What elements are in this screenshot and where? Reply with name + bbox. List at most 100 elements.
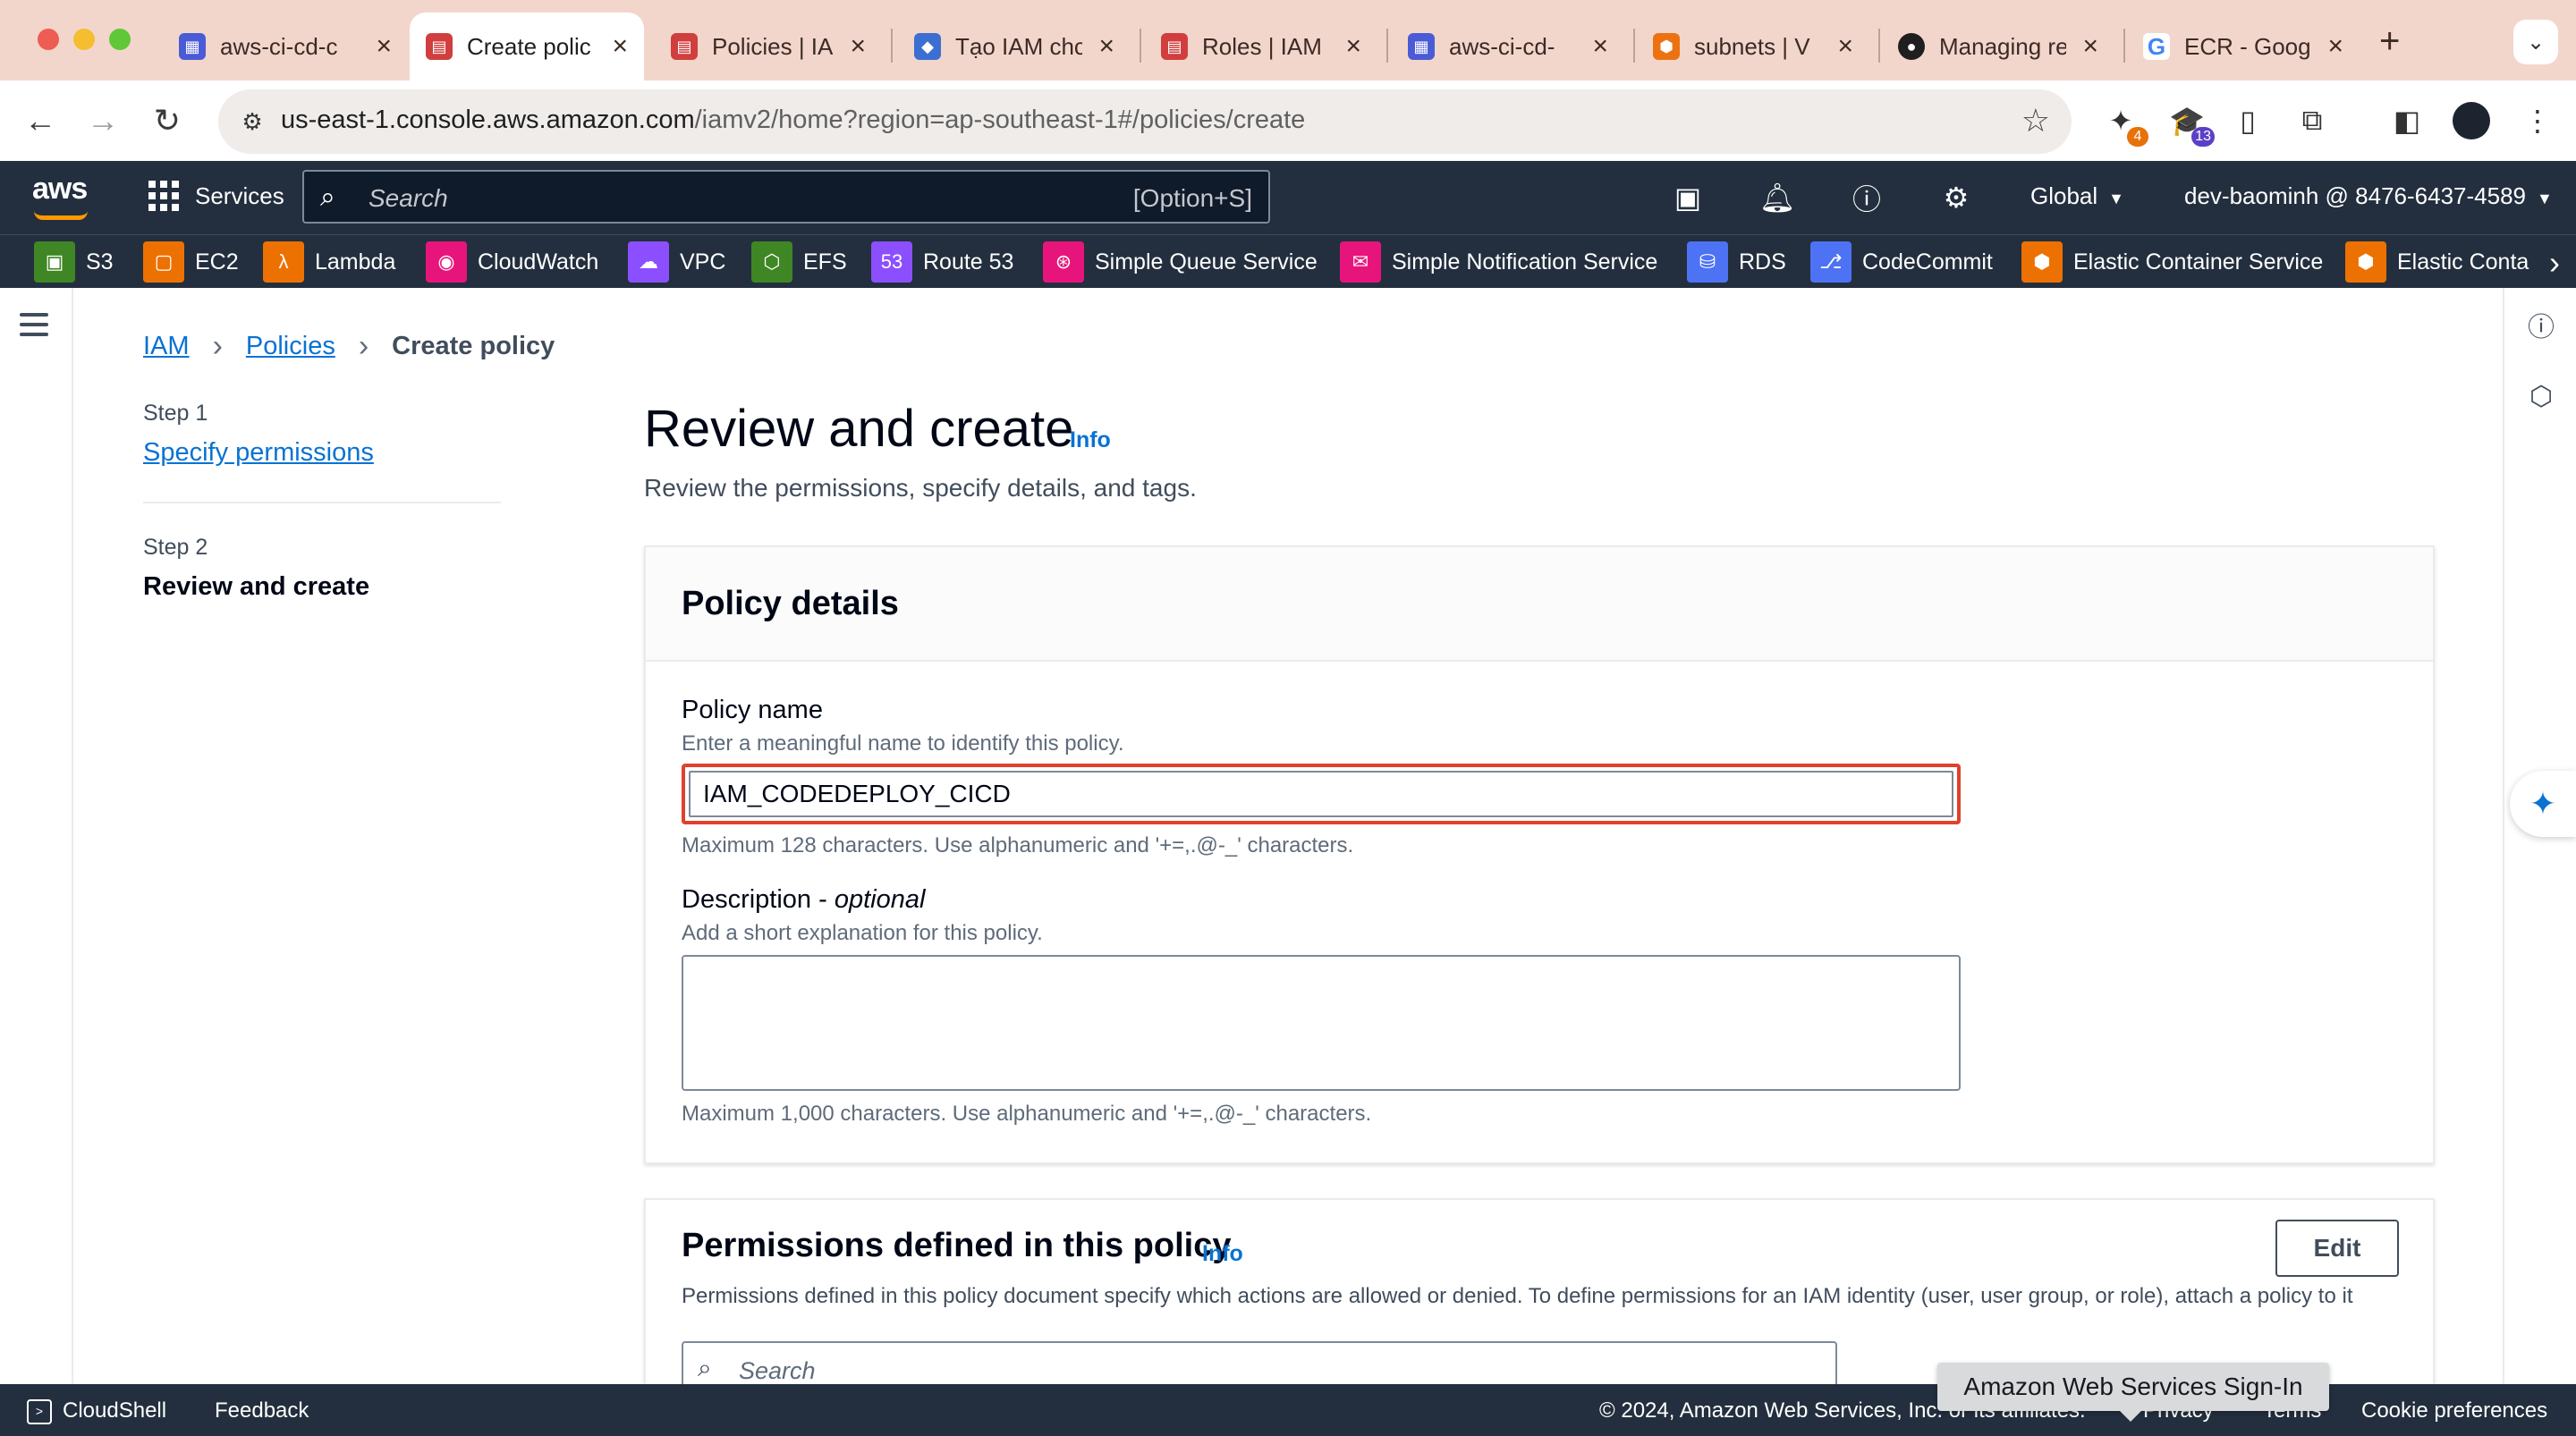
close-tab-icon[interactable]: × [2318,31,2343,62]
clipboard-icon[interactable]: ▯ [2225,98,2270,143]
feedback-link[interactable]: Feedback [215,1398,309,1423]
browser-tab[interactable]: ▦ aws-ci-cd-c × [163,13,408,80]
browser-menu-icon[interactable]: ⋮ [2515,98,2560,143]
maximize-window-button[interactable] [109,29,131,50]
favorite-efs[interactable]: ⬡ EFS [751,241,847,283]
browser-tab-active[interactable]: ▤ Create polic × [410,13,644,80]
site-settings-icon[interactable]: ⚙ [233,102,272,141]
services-menu-button[interactable]: Services [148,181,284,211]
cloudwatch-icon: ◉ [426,241,467,283]
favorite-sns[interactable]: ✉ Simple Notification Service [1340,241,1657,283]
description-textarea[interactable] [682,955,1961,1091]
favorite-lambda[interactable]: λ Lambda [263,241,395,283]
close-tab-icon[interactable]: × [603,31,628,62]
forward-arrow-icon[interactable]: → [80,98,125,143]
favorite-label: Elastic Container Service [2073,249,2324,275]
browser-tab[interactable]: ⬢ subnets | V × [1637,13,1869,80]
favorite-cloudwatch[interactable]: ◉ CloudWatch [426,241,598,283]
extension-badge: 4 [2127,127,2148,147]
policy-details-card: Policy details Policy name Enter a meani… [644,545,2435,1164]
browser-tab[interactable]: ● Managing re × [1882,13,2114,80]
policy-name-input[interactable] [689,771,1953,817]
favorite-ecr[interactable]: ⬢ Elastic Conta [2345,241,2529,283]
close-tab-icon[interactable]: × [1336,31,1361,62]
mortarboard-icon[interactable]: 🎓 13 [2165,98,2215,147]
browser-tab[interactable]: ▦ aws-ci-cd- × [1392,13,1624,80]
close-window-button[interactable] [38,29,59,50]
browser-tab[interactable]: ▤ Policies | IA × [655,13,882,80]
aws-logo[interactable]: aws [32,172,88,220]
policy-name-highlight [682,764,1961,824]
address-bar[interactable]: ⚙ us-east-1.console.aws.amazon.com/iamv2… [218,89,2072,154]
shield-icon: ◆ [914,33,941,60]
favorite-sqs[interactable]: ⊛ Simple Queue Service [1043,241,1318,283]
close-tab-icon[interactable]: × [2073,31,2098,62]
cookie-preferences-link[interactable]: Cookie preferences [2361,1398,2547,1423]
browser-tab[interactable]: ◆ Tạo IAM chc × [898,13,1131,80]
cloudshell-button[interactable]: > CloudShell [27,1398,166,1424]
close-tab-icon[interactable]: × [367,31,392,62]
extension-icon[interactable]: ✦ 4 [2098,98,2148,147]
back-arrow-icon[interactable]: ← [18,98,63,143]
tab-search-chevron-icon[interactable]: ⌄ [2513,20,2558,64]
github-icon: ● [1898,33,1925,60]
aws-global-nav: aws Services ⌕ Search [Option+S] ▣ 🔔︎ ⓘ … [0,161,2576,234]
minimize-window-button[interactable] [73,29,95,50]
bookmark-star-icon[interactable]: ☆ [2021,102,2050,139]
tab-title: ECR - Goog [2184,32,2311,60]
info-link[interactable]: Info [1070,427,1111,453]
puzzle-icon[interactable]: ⧉ [2290,98,2334,143]
cloudshell-label: CloudShell [63,1398,167,1423]
security-icon[interactable]: ⬡ [2522,377,2560,415]
favorite-ecs[interactable]: ⬢ Elastic Container Service [2021,241,2323,283]
breadcrumb-current: Create policy [392,332,555,360]
search-placeholder: Search [369,184,448,212]
breadcrumb-policies-link[interactable]: Policies [246,332,335,361]
codecommit-icon: ⎇ [1810,241,1852,283]
close-tab-icon[interactable]: × [841,31,866,62]
breadcrumb-iam-link[interactable]: IAM [143,332,190,361]
step2-current: Review and create [143,572,370,601]
extension-badge: 13 [2191,127,2215,147]
help-icon[interactable]: ⓘ [1846,177,1887,218]
profile-avatar[interactable] [2449,98,2494,143]
favorite-label: Lambda [315,249,396,275]
step1-link[interactable]: Specify permissions [143,438,374,468]
step2-label: Step 2 [143,535,208,560]
left-nav-panel [0,288,73,1384]
sidepanel-icon[interactable]: ◧ [2385,98,2429,143]
info-icon[interactable]: ⓘ [2522,306,2560,343]
favorite-rds[interactable]: ⛁ RDS [1687,241,1786,283]
favorite-route53[interactable]: 53 Route 53 [871,241,1013,283]
gear-icon[interactable]: ⚙ [1936,177,1977,218]
browser-tab[interactable]: ▤ Roles | IAM × [1145,13,1377,80]
menu-icon[interactable] [20,313,48,342]
browser-tab[interactable]: G ECR - Goog × [2127,13,2360,80]
region-selector[interactable]: Global ▼ [2030,182,2124,210]
favorite-label: Simple Queue Service [1095,249,1318,275]
cloudshell-icon[interactable]: ▣ [1667,177,1708,218]
info-link[interactable]: Info [1202,1241,1243,1267]
tab-title: aws-ci-cd- [1449,32,1555,60]
url-text[interactable]: us-east-1.console.aws.amazon.com/iamv2/h… [281,106,1305,135]
aws-search-input[interactable]: ⌕ Search [Option+S] [302,170,1270,224]
close-tab-icon[interactable]: × [1828,31,1853,62]
new-tab-button[interactable]: + [2379,21,2400,62]
edit-button[interactable]: Edit [2275,1220,2399,1277]
favorite-s3[interactable]: ▣ S3 [34,241,114,283]
favorite-codecommit[interactable]: ⎇ CodeCommit [1810,241,1993,283]
favorite-vpc[interactable]: ☁ VPC [628,241,725,283]
tab-separator [2123,29,2125,63]
chevron-right-icon[interactable]: › [2549,244,2560,282]
favorite-ec2[interactable]: ▢ EC2 [143,241,239,283]
bell-icon[interactable]: 🔔︎ [1757,177,1798,218]
close-tab-icon[interactable]: × [1089,31,1114,62]
step-divider [143,502,501,503]
close-tab-icon[interactable]: × [1583,31,1608,62]
route53-icon: 53 [871,241,912,283]
search-placeholder: Search [739,1357,816,1384]
account-menu[interactable]: dev-baominh @ 8476-6437-4589 ▼ [2184,182,2553,210]
reload-icon[interactable]: ↻ [145,98,190,143]
amazon-q-icon[interactable]: ✦ [2510,771,2576,837]
card-header: Policy details [646,547,2433,662]
